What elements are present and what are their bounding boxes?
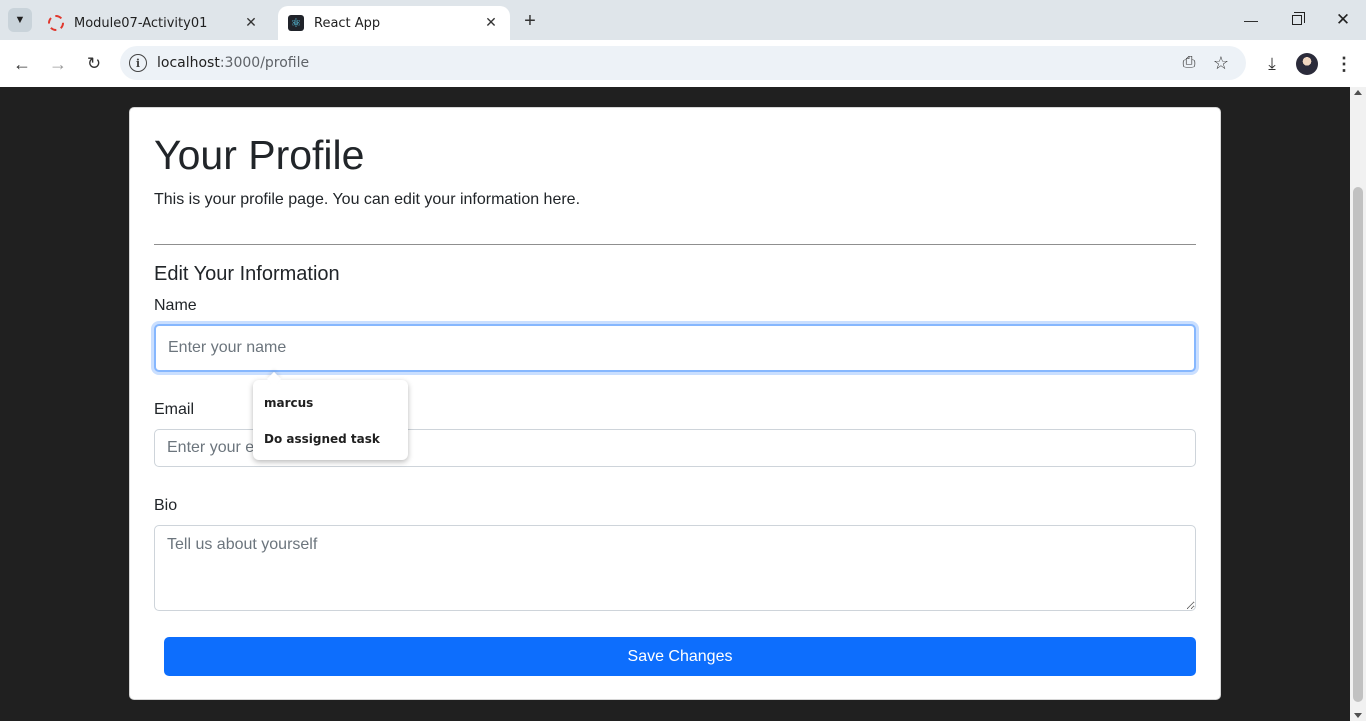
plus-icon: + xyxy=(524,9,536,32)
page-title: Your Profile xyxy=(154,132,365,178)
site-info-icon[interactable]: i xyxy=(129,54,147,72)
scroll-down-arrow-icon[interactable] xyxy=(1354,713,1362,718)
restore-button[interactable] xyxy=(1274,0,1320,40)
react-favicon-icon: ⚛ xyxy=(288,15,304,31)
arrow-left-icon: ← xyxy=(13,53,31,74)
save-changes-button[interactable]: Save Changes xyxy=(164,637,1196,676)
autofill-dropdown: marcus Do assigned task xyxy=(253,380,408,460)
new-tab-button[interactable]: + xyxy=(518,9,542,33)
bio-label: Bio xyxy=(154,497,178,514)
bookmark-star-icon[interactable]: ☆ xyxy=(1210,52,1232,74)
browser-toolbar: ← → ↻ i localhost:3000/profile ⎙ ☆ ⤓ ⋮ xyxy=(0,40,1366,87)
chevron-down-icon: ▼ xyxy=(14,14,26,26)
arrow-right-icon: → xyxy=(49,53,67,74)
minimize-icon: — xyxy=(1244,12,1258,28)
restore-icon xyxy=(1292,12,1305,25)
download-icon[interactable]: ⤓ xyxy=(1260,52,1284,76)
reload-icon: ↻ xyxy=(86,54,102,73)
close-tab-icon[interactable]: ✕ xyxy=(482,14,500,32)
tab-search-button[interactable]: ▼ xyxy=(8,8,32,32)
url-text[interactable]: localhost:3000/profile xyxy=(157,55,309,71)
more-menu-icon[interactable]: ⋮ xyxy=(1332,52,1356,76)
scrollbar-thumb[interactable] xyxy=(1353,187,1363,702)
page-description: This is your profile page. You can edit … xyxy=(154,191,581,208)
forward-button[interactable]: → xyxy=(44,50,72,78)
bio-textarea[interactable] xyxy=(154,525,1196,611)
profile-avatar[interactable] xyxy=(1296,53,1318,75)
tab-strip: ▼ Module07-Activity01 ✕ ⚛ React App ✕ + … xyxy=(0,0,1366,40)
name-input[interactable] xyxy=(154,324,1196,372)
tab-react-app[interactable]: ⚛ React App ✕ xyxy=(278,6,510,40)
tab-title: Module07-Activity01 xyxy=(74,15,208,31)
page-scrollbar[interactable] xyxy=(1350,87,1366,721)
section-title: Edit Your Information xyxy=(154,263,340,285)
install-app-icon[interactable]: ⎙ xyxy=(1178,52,1200,74)
tab-module07[interactable]: Module07-Activity01 ✕ xyxy=(38,6,270,40)
tab-title: React App xyxy=(314,15,381,31)
name-label: Name xyxy=(154,297,197,314)
url-path: :3000/profile xyxy=(219,55,310,71)
autofill-suggestion[interactable]: marcus xyxy=(264,396,313,410)
activity-favicon-icon xyxy=(48,15,64,31)
close-icon: ✕ xyxy=(1335,10,1351,29)
close-window-button[interactable]: ✕ xyxy=(1320,0,1366,40)
divider xyxy=(154,244,1196,245)
page-viewport: Your Profile This is your profile page. … xyxy=(0,87,1350,721)
back-button[interactable]: ← xyxy=(8,50,36,78)
url-host: localhost xyxy=(157,55,220,71)
scroll-up-arrow-icon[interactable] xyxy=(1354,90,1362,95)
reload-button[interactable]: ↻ xyxy=(80,50,108,78)
close-tab-icon[interactable]: ✕ xyxy=(242,14,260,32)
minimize-button[interactable]: — xyxy=(1228,0,1274,40)
address-bar[interactable]: i localhost:3000/profile ⎙ ☆ xyxy=(120,46,1246,80)
autofill-suggestion[interactable]: Do assigned task xyxy=(264,432,380,446)
email-label: Email xyxy=(154,401,195,418)
